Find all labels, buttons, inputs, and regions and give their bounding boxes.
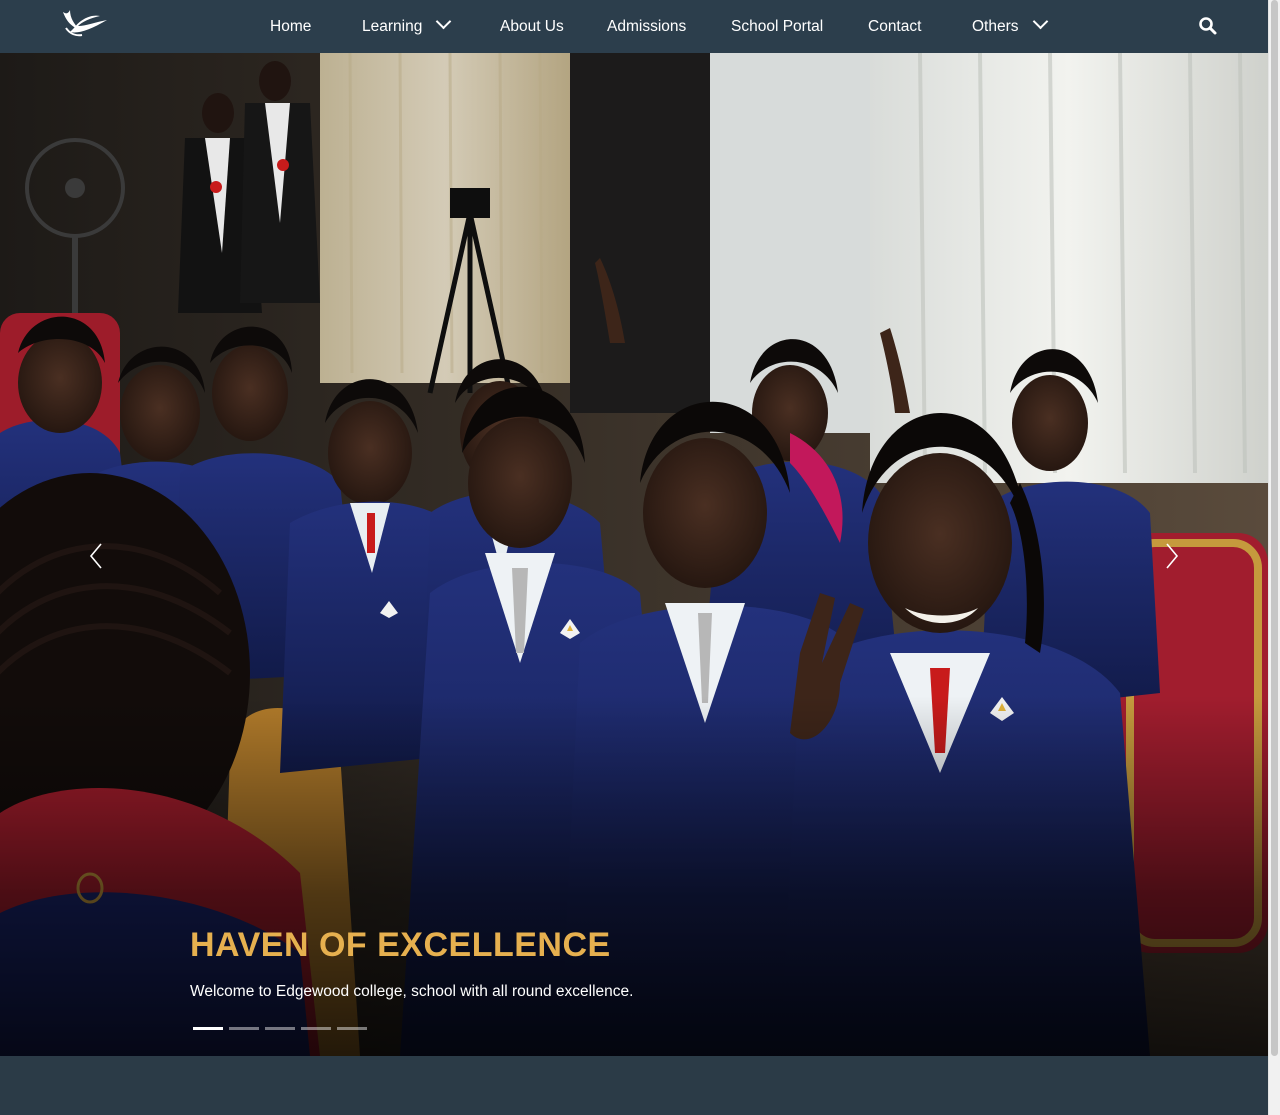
carousel-indicator[interactable] (265, 1027, 295, 1030)
carousel-indicator[interactable] (337, 1027, 367, 1030)
chevron-down-icon (1032, 13, 1048, 30)
nav-school-portal[interactable]: School Portal (731, 0, 823, 53)
nav-admissions[interactable]: Admissions (607, 0, 686, 53)
navbar: Home Learning About Us Admissions School… (0, 0, 1268, 53)
carousel-indicator[interactable] (301, 1027, 331, 1030)
chevron-left-icon[interactable] (86, 541, 106, 571)
scrollbar-thumb[interactable] (1271, 0, 1278, 1056)
bird-logo[interactable] (60, 8, 110, 38)
nav-learning-label: Learning (362, 18, 423, 35)
carousel-indicators (193, 1027, 373, 1031)
nav-admissions-label: Admissions (607, 18, 687, 35)
hero-overlay (0, 696, 1268, 1056)
nav-others[interactable]: Others (972, 0, 1048, 53)
hero-carousel: HAVEN OF EXCELLENCE Welcome to Edgewood … (0, 53, 1268, 1056)
nav-contact-label: Contact (868, 18, 922, 35)
nav-others-label: Others (972, 18, 1019, 35)
nav-home-label: Home (270, 18, 312, 35)
search-icon[interactable] (1198, 16, 1218, 36)
nav-home[interactable]: Home (270, 0, 311, 53)
hero-title: HAVEN OF EXCELLENCE (190, 926, 611, 964)
page: Home Learning About Us Admissions School… (0, 0, 1280, 1115)
nav-school-portal-label: School Portal (731, 18, 824, 35)
nav-about-us-label: About Us (500, 18, 564, 35)
section-below-hero (0, 1056, 1268, 1115)
nav-learning[interactable]: Learning (362, 0, 452, 53)
nav-contact[interactable]: Contact (868, 0, 921, 53)
scrollbar[interactable] (1268, 0, 1280, 1115)
hero-text: Welcome to Edgewood college, school with… (190, 983, 634, 1000)
carousel-indicator[interactable] (229, 1027, 259, 1030)
chevron-down-icon (436, 13, 452, 30)
chevron-right-icon[interactable] (1162, 541, 1182, 571)
carousel-indicator[interactable] (193, 1027, 223, 1030)
nav-about-us[interactable]: About Us (500, 0, 564, 53)
